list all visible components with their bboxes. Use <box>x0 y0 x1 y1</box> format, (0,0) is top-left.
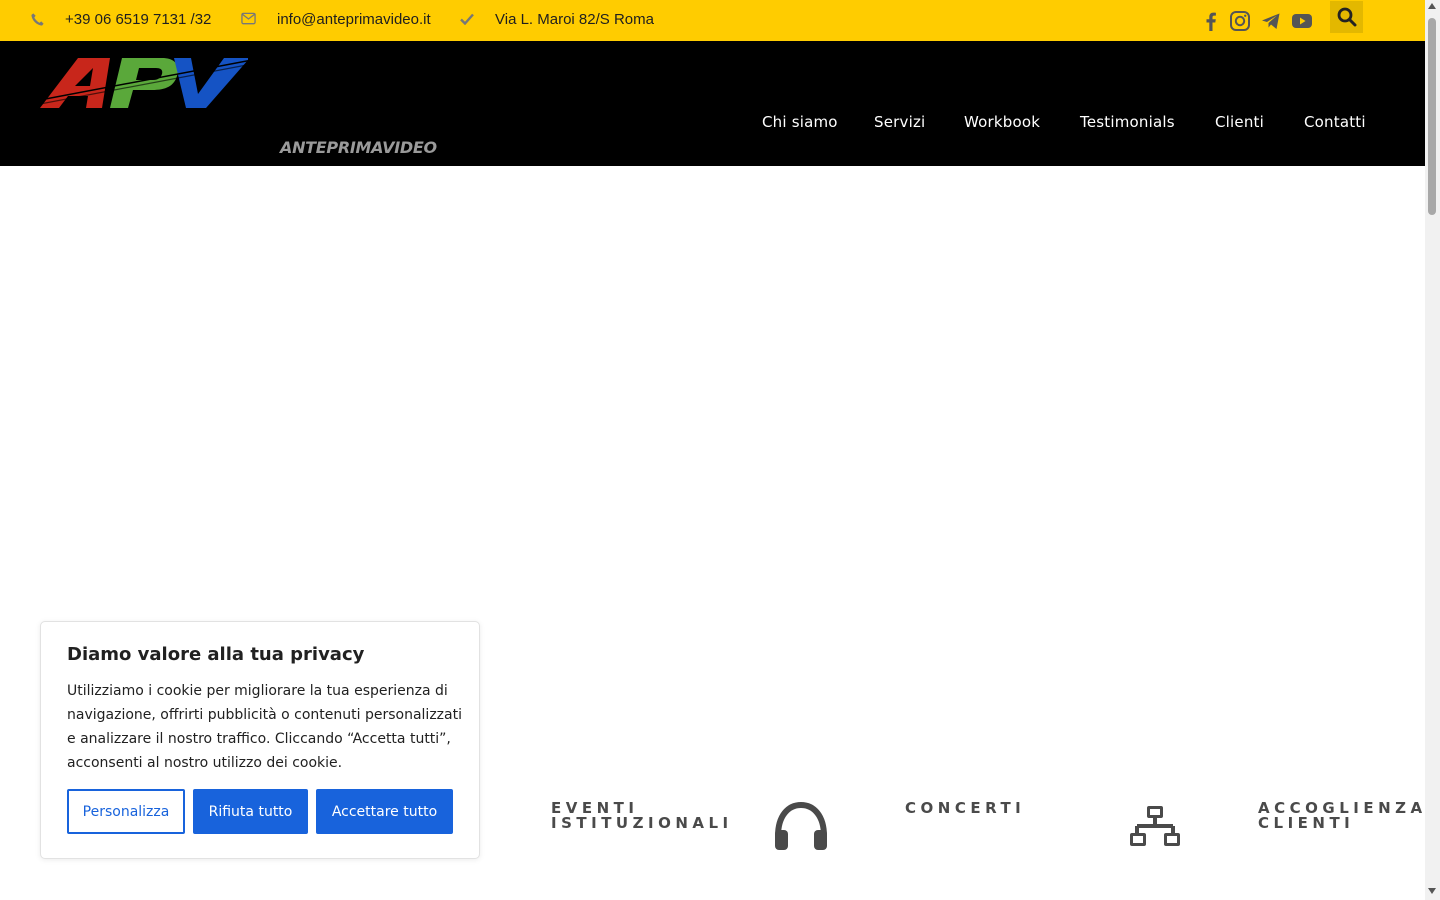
scroll-down-arrow-icon[interactable] <box>1428 888 1436 894</box>
nav-clienti[interactable]: Clienti <box>1215 113 1264 131</box>
phone-icon <box>31 13 44 26</box>
feature-title-line: CONCERTI <box>905 799 1026 817</box>
customize-button[interactable]: Personalizza <box>67 789 185 834</box>
feature-title-line: ISTITUZIONALI <box>551 814 733 832</box>
cookie-description: Utilizziamo i cookie per migliorare la t… <box>67 683 462 771</box>
scrollbar-thumb[interactable] <box>1428 18 1436 215</box>
headphones-icon <box>775 802 827 850</box>
check-icon <box>460 13 474 25</box>
cookie-consent-banner: Diamo valore alla tua privacy Utilizziam… <box>40 621 480 859</box>
scroll-up-arrow-icon[interactable] <box>1428 3 1436 9</box>
feature-concerti: CONCERTI <box>905 801 1025 816</box>
nav-contatti[interactable]: Contatti <box>1304 113 1366 131</box>
search-button[interactable] <box>1330 1 1363 33</box>
facebook-icon[interactable] <box>1200 10 1222 32</box>
apv-logo[interactable] <box>40 56 252 112</box>
reject-all-button[interactable]: Rifiuta tutto <box>193 789 308 834</box>
youtube-icon[interactable] <box>1291 10 1313 32</box>
search-icon <box>1337 7 1356 27</box>
address-text: Via L. Maroi 82/S Roma <box>495 11 654 28</box>
phone-number[interactable]: +39 06 6519 7131 /32 <box>65 11 211 28</box>
cookie-title: Diamo valore alla tua privacy <box>67 644 365 665</box>
feature-eventi-istituzionali: EVENTI ISTITUZIONALI <box>551 801 733 831</box>
network-icon <box>1130 806 1180 846</box>
nav-servizi[interactable]: Servizi <box>874 113 925 131</box>
top-contact-bar: +39 06 6519 7131 /32 info@anteprimavideo… <box>0 0 1425 41</box>
envelope-icon <box>241 12 256 25</box>
feature-accoglienza-clienti: ACCOGLIENZA CLIENTI <box>1258 801 1427 831</box>
feature-title-line: CLIENTI <box>1258 814 1355 832</box>
brand-subtitle: ANTEPRIMAVIDEO <box>280 138 437 157</box>
email-link[interactable]: info@anteprimavideo.it <box>277 11 431 28</box>
instagram-icon[interactable] <box>1229 10 1251 32</box>
nav-chi-siamo[interactable]: Chi siamo <box>762 113 838 131</box>
telegram-icon[interactable] <box>1260 10 1282 32</box>
nav-testimonials[interactable]: Testimonials <box>1080 113 1175 131</box>
accept-all-button[interactable]: Accettare tutto <box>316 789 453 834</box>
nav-workbook[interactable]: Workbook <box>964 113 1040 131</box>
